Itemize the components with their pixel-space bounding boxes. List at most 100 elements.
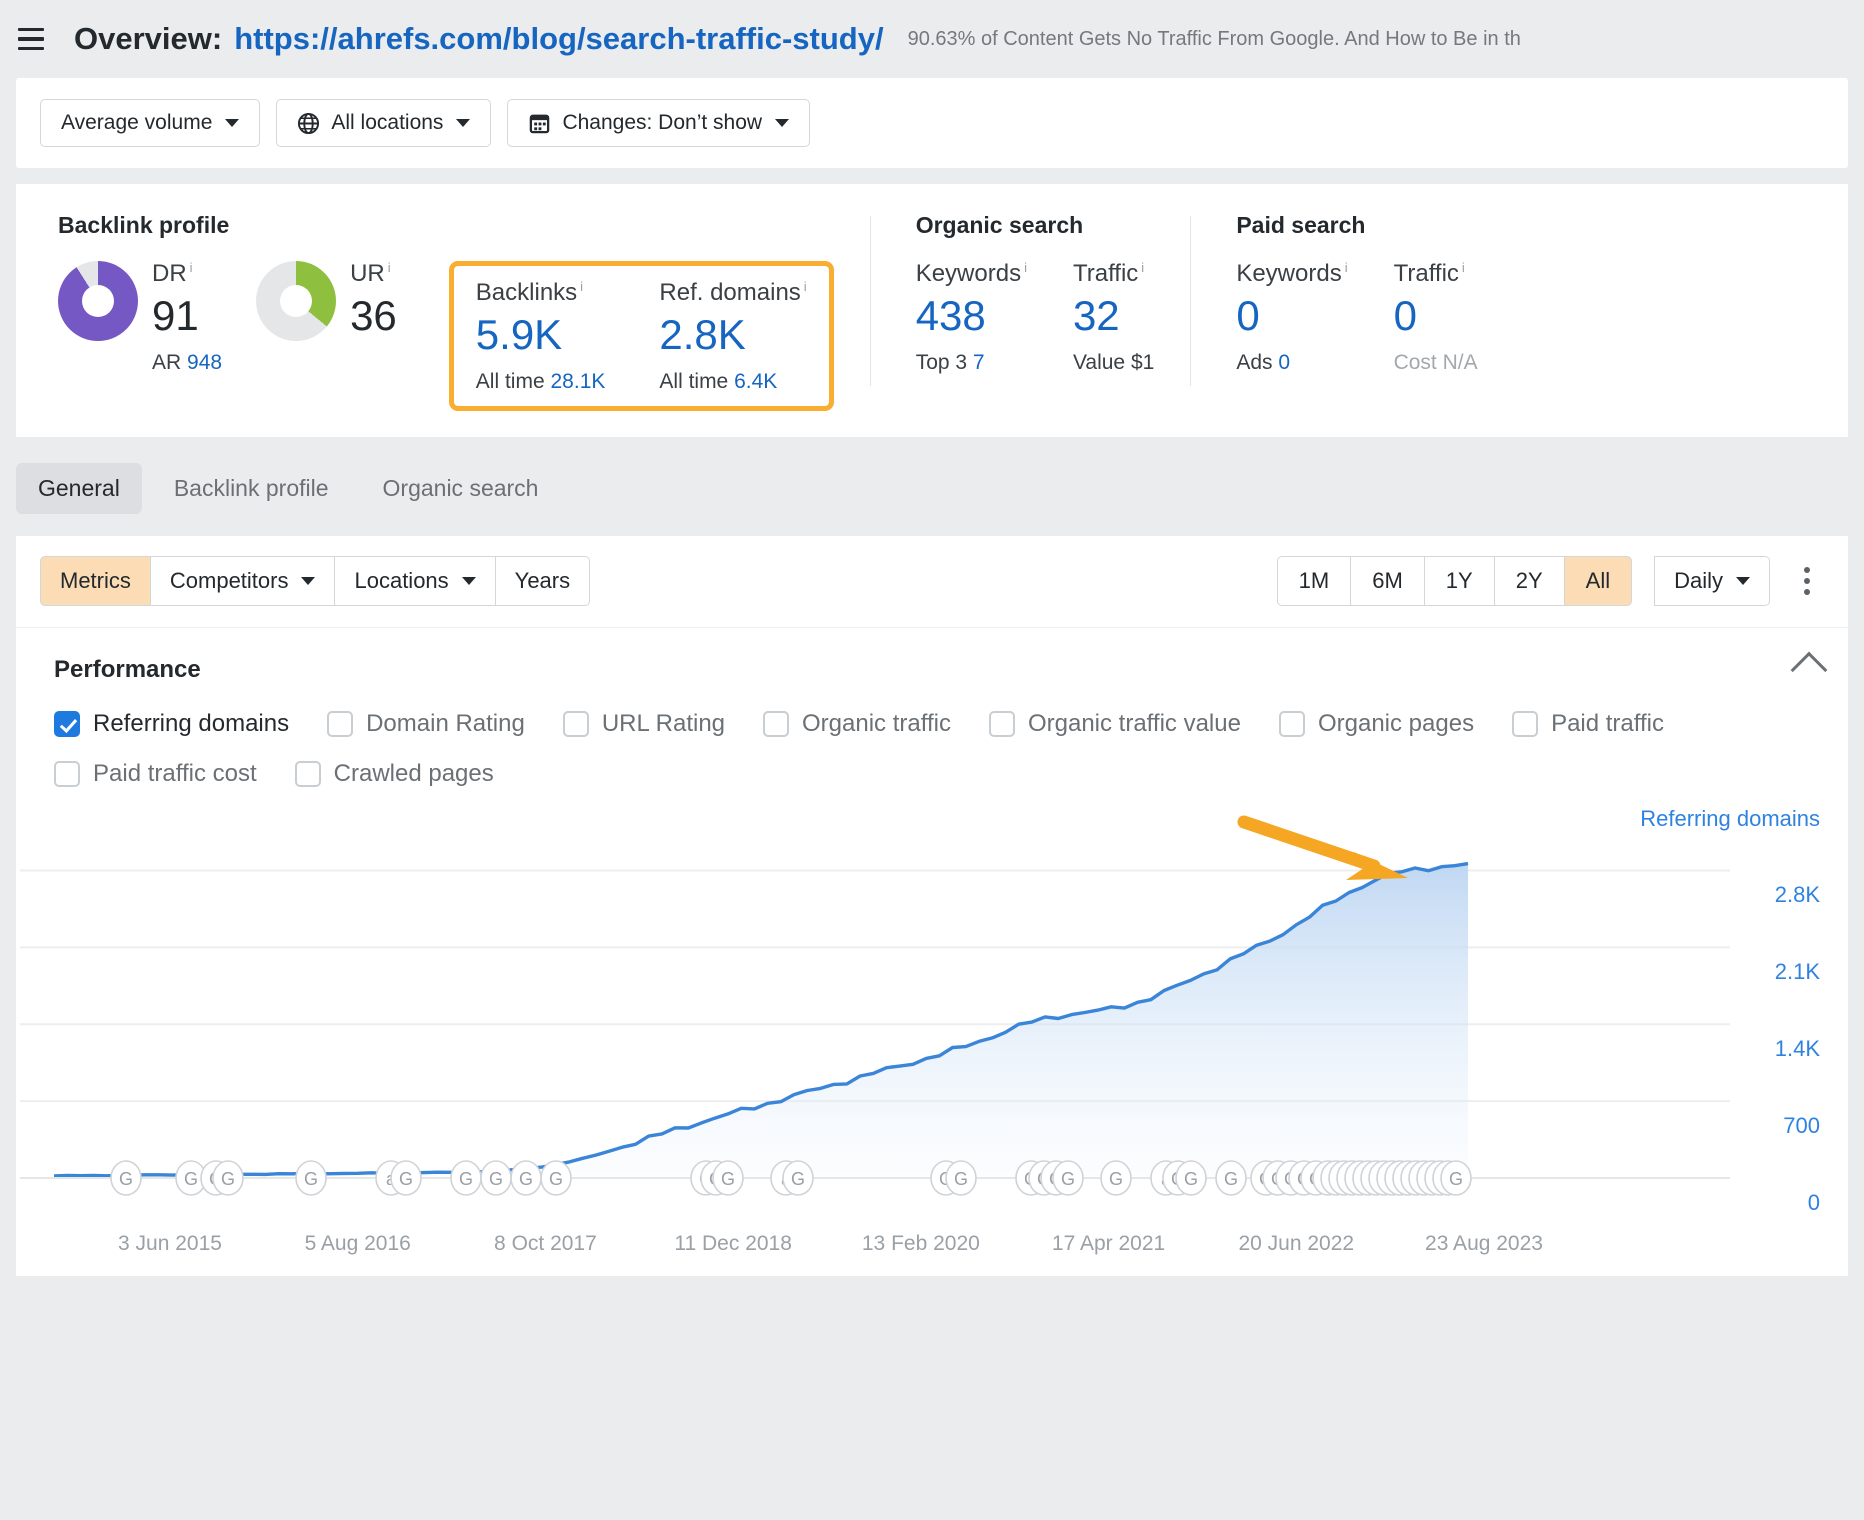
- info-icon[interactable]: i: [804, 279, 807, 294]
- performance-chart[interactable]: Referring domains GGGGGaGGGGGGGGaGGGGGGG…: [16, 806, 1848, 1226]
- performance-header: Performance: [16, 628, 1848, 684]
- paid-cost: Cost N/A: [1394, 351, 1478, 375]
- paid-keywords-value[interactable]: 0: [1236, 291, 1347, 341]
- checkbox-organic-traffic[interactable]: Organic traffic: [763, 710, 951, 738]
- paid-traffic-value[interactable]: 0: [1394, 291, 1478, 341]
- checkbox-paid-traffic[interactable]: Paid traffic: [1512, 710, 1664, 738]
- svg-text:G: G: [549, 1169, 563, 1189]
- organic-keywords-value[interactable]: 438: [916, 291, 1027, 341]
- tab-general[interactable]: General: [16, 463, 142, 514]
- range-6m-button[interactable]: 6M: [1350, 556, 1425, 606]
- checkbox-organic-traffic-value[interactable]: Organic traffic value: [989, 710, 1241, 738]
- x-tick-label: 5 Aug 2016: [305, 1232, 411, 1256]
- hamburger-icon[interactable]: [8, 16, 54, 62]
- svg-text:G: G: [399, 1169, 413, 1189]
- paid-search-title: Paid search: [1236, 212, 1477, 239]
- y-tick-label: 700: [1783, 1113, 1820, 1139]
- granularity-dropdown[interactable]: Daily: [1654, 556, 1770, 606]
- calendar-icon: [528, 112, 551, 135]
- svg-text:G: G: [304, 1169, 318, 1189]
- svg-text:G: G: [489, 1169, 503, 1189]
- backlink-profile-group: Backlink profile DRi 91 AR 948 URi 36: [16, 212, 834, 411]
- checkbox-box: [54, 761, 80, 787]
- average-volume-dropdown[interactable]: Average volume: [40, 99, 260, 147]
- info-icon[interactable]: i: [190, 260, 193, 275]
- checkbox-referring-domains[interactable]: Referring domains: [54, 710, 289, 738]
- ref-domains-metric: Ref. domainsi 2.8K All time 6.4K: [659, 280, 806, 394]
- url-rating-metric: URi 36: [256, 261, 397, 341]
- ahrefs-rank-metric: AR 948: [152, 351, 222, 375]
- chevron-down-icon: [225, 119, 239, 127]
- chevron-down-icon: [775, 119, 789, 127]
- range-2y-button[interactable]: 2Y: [1494, 556, 1565, 606]
- section-tabs: General Backlink profile Organic search: [0, 437, 1864, 536]
- checkbox-box: [763, 711, 789, 737]
- ref-domains-label: Ref. domainsi: [659, 280, 806, 306]
- changes-dropdown[interactable]: Changes: Don’t show: [507, 99, 810, 147]
- checkbox-url-rating[interactable]: URL Rating: [563, 710, 725, 738]
- filter-locations-button[interactable]: Locations: [334, 556, 495, 606]
- info-icon[interactable]: i: [388, 260, 391, 275]
- checkbox-box: [563, 711, 589, 737]
- range-all-button[interactable]: All: [1564, 556, 1632, 606]
- organic-traffic-value-sub: Value $1: [1073, 351, 1154, 375]
- backlinks-metric: Backlinksi 5.9K All time 28.1K: [476, 280, 606, 394]
- ahrefs-rank-value[interactable]: 948: [187, 351, 222, 374]
- tab-organic-search[interactable]: Organic search: [361, 463, 561, 514]
- svg-text:G: G: [1449, 1169, 1463, 1189]
- x-tick-label: 17 Apr 2021: [1052, 1232, 1165, 1256]
- range-1y-button[interactable]: 1Y: [1424, 556, 1495, 606]
- date-range-selector: 1M 6M 1Y 2Y All: [1277, 556, 1632, 606]
- info-icon[interactable]: i: [1345, 260, 1348, 275]
- x-tick-label: 11 Dec 2018: [674, 1232, 792, 1256]
- average-volume-label: Average volume: [61, 111, 212, 135]
- range-1m-button[interactable]: 1M: [1277, 556, 1352, 606]
- checkbox-box: [54, 711, 80, 737]
- info-icon[interactable]: i: [1141, 260, 1144, 275]
- organic-search-title: Organic search: [916, 212, 1155, 239]
- checkbox-box: [1279, 711, 1305, 737]
- checkbox-box: [1512, 711, 1538, 737]
- domain-rating-donut-icon: [58, 261, 138, 341]
- svg-text:G: G: [1184, 1169, 1198, 1189]
- checkbox-paid-traffic-cost[interactable]: Paid traffic cost: [54, 760, 257, 788]
- checkbox-organic-pages[interactable]: Organic pages: [1279, 710, 1474, 738]
- info-icon[interactable]: i: [1024, 260, 1027, 275]
- organic-keywords-label: Keywordsi: [916, 261, 1027, 287]
- backlinks-value[interactable]: 5.9K: [476, 310, 606, 360]
- svg-text:G: G: [1061, 1169, 1075, 1189]
- organic-traffic-metric: Traffici 32 Value $1: [1073, 261, 1154, 375]
- domain-rating-label: DRi: [152, 261, 222, 287]
- filter-competitors-button[interactable]: Competitors: [150, 556, 336, 606]
- referring-domains-area-chart[interactable]: GGGGGaGGGGGGGGaGGGGGGGGaGGGGGGGGaGGGGGGG…: [16, 806, 1848, 1226]
- chevron-up-icon[interactable]: [1791, 652, 1828, 689]
- svg-text:G: G: [954, 1169, 968, 1189]
- backlinks-label: Backlinksi: [476, 280, 606, 306]
- metrics-overview-panel: Backlink profile DRi 91 AR 948 URi 36: [16, 184, 1848, 437]
- locations-label: All locations: [331, 111, 443, 135]
- chevron-down-icon: [301, 577, 315, 585]
- filters-toolbar: Average volume All locations: [16, 78, 1848, 168]
- svg-text:G: G: [1224, 1169, 1238, 1189]
- y-tick-label: 2.8K: [1775, 882, 1820, 908]
- svg-text:G: G: [459, 1169, 473, 1189]
- tab-backlink-profile[interactable]: Backlink profile: [152, 463, 351, 514]
- page-title: Overview:: [74, 21, 222, 57]
- ref-domains-value[interactable]: 2.8K: [659, 310, 806, 360]
- filter-years-button[interactable]: Years: [495, 556, 590, 606]
- backlinks-highlight-box: Backlinksi 5.9K All time 28.1K Ref. doma…: [449, 261, 834, 411]
- more-vertical-icon[interactable]: [1790, 556, 1824, 606]
- organic-traffic-value[interactable]: 32: [1073, 291, 1154, 341]
- globe-icon: [297, 112, 320, 135]
- info-icon[interactable]: i: [1462, 260, 1465, 275]
- info-icon[interactable]: i: [580, 279, 583, 294]
- granularity-selector: Daily: [1654, 556, 1770, 606]
- checkbox-crawled-pages[interactable]: Crawled pages: [295, 760, 494, 788]
- locations-dropdown[interactable]: All locations: [276, 99, 491, 147]
- checkbox-domain-rating[interactable]: Domain Rating: [327, 710, 525, 738]
- paid-traffic-label: Traffici: [1394, 261, 1478, 287]
- target-url-link[interactable]: https://ahrefs.com/blog/search-traffic-s…: [234, 21, 883, 57]
- filter-metrics-button[interactable]: Metrics: [40, 556, 151, 606]
- page-subtitle: 90.63% of Content Gets No Traffic From G…: [908, 28, 1864, 51]
- url-rating-value: 36: [350, 291, 397, 341]
